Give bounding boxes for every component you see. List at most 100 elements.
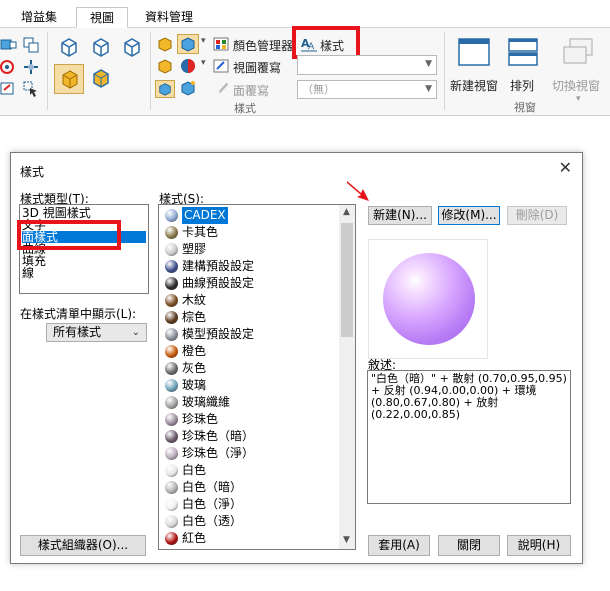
tab-view[interactable]: 視圖 <box>76 7 128 28</box>
list-item-style[interactable]: 曲線預設設定 <box>162 275 340 292</box>
list-item-style[interactable]: 珍珠色（暗） <box>162 428 340 445</box>
material-ball-icon <box>165 328 178 341</box>
list-item-style[interactable]: 卡其色 <box>162 224 340 241</box>
list-item-style[interactable]: 塑膠 <box>162 241 340 258</box>
new-window-button[interactable]: 新建視窗 <box>450 77 498 94</box>
list-item-style[interactable]: 玻璃纖維 <box>162 394 340 411</box>
display-cube-icon[interactable] <box>157 36 173 52</box>
style-name: 曲線預設設定 <box>182 276 255 290</box>
chevron-down-icon: ⌄ <box>131 327 140 338</box>
arrange-button[interactable]: 排列 <box>510 77 534 94</box>
switch-window-button: 切換視窗 <box>552 79 601 93</box>
material-ball-icon <box>165 515 178 528</box>
red-arrow-icon <box>347 181 369 201</box>
scroll-down-icon[interactable]: ▼ <box>343 535 350 545</box>
list-item-style[interactable]: 白色（淨） <box>162 496 340 513</box>
lighting-cube-icon[interactable] <box>180 80 196 96</box>
list-item-style[interactable]: 棕色 <box>162 309 340 326</box>
view-cube-icon[interactable] <box>0 36 18 54</box>
view-override-icon <box>213 59 229 73</box>
texture-toggle-button[interactable] <box>155 80 175 98</box>
style-name: 棕色 <box>182 310 207 324</box>
pan-icon[interactable] <box>22 58 40 76</box>
style-name: CADEX <box>182 207 228 224</box>
globe-icon[interactable] <box>180 58 196 74</box>
material-ball-icon <box>165 243 178 256</box>
shaded-edges-cube-icon[interactable] <box>90 67 112 89</box>
styles-list[interactable]: 紅色（暗） 紅色 白色（透） 白色（淨） 白色（暗） 白色 珍珠色（淨） 珍珠色（暗） 珍珠色 玻… <box>158 204 356 550</box>
tab-data-management[interactable]: 資料管理 <box>138 7 200 28</box>
new-window-icon <box>458 38 490 66</box>
list-item-style[interactable]: 木紋 <box>162 292 340 309</box>
visual-style-button[interactable] <box>177 34 199 54</box>
list-item-style[interactable]: 模型預設設定 <box>162 326 340 343</box>
show-in-list-select[interactable]: 所有樣式 ⌄ <box>46 323 147 342</box>
style-cube-icon <box>181 37 195 52</box>
style-name: 白色 <box>182 463 207 477</box>
style-name: 珍珠色（暗） <box>182 429 255 443</box>
ribbon-divider <box>47 32 48 110</box>
show-in-list-value: 所有樣式 <box>53 325 102 339</box>
switch-window-icon <box>563 38 593 64</box>
close-button[interactable]: 關閉 <box>438 535 500 556</box>
wireframe-cube-icon[interactable] <box>58 36 80 58</box>
ribbon-divider <box>150 32 151 110</box>
chevron-down-icon[interactable]: ▾ <box>201 58 206 68</box>
tab-add-ins[interactable]: 增益集 <box>14 7 64 28</box>
list-item-style[interactable]: 白色 <box>162 462 340 479</box>
color-manager-button[interactable]: 顏色管理器 <box>233 37 293 54</box>
group-caption-window: 視窗 <box>514 101 536 114</box>
zoom-window-icon[interactable] <box>0 80 18 98</box>
new-style-button[interactable]: 新建(N)... <box>368 206 432 225</box>
chevron-down-icon: ▼ <box>425 59 432 69</box>
material-ball-icon <box>165 294 178 307</box>
group-caption-style: 樣式 <box>234 102 256 115</box>
list-item-style[interactable]: 灰色 <box>162 360 340 377</box>
override-combo: （無） ▼ <box>297 80 437 99</box>
style-organizer-button[interactable]: 樣式組織器(O)... <box>20 535 146 556</box>
help-button[interactable]: 說明(H) <box>507 535 571 556</box>
scroll-thumb[interactable] <box>341 223 353 337</box>
orbit-icon[interactable] <box>0 58 18 76</box>
preview-sphere <box>383 253 475 345</box>
style-name: 白色（淨） <box>182 497 243 511</box>
style-combo[interactable]: ▼ <box>297 55 437 75</box>
style-name: 橙色 <box>182 344 207 358</box>
style-name: 玻璃 <box>182 378 207 392</box>
delete-style-button: 刪除(D) <box>507 206 567 225</box>
style-name: 玻璃纖維 <box>182 395 231 409</box>
silhouette-cube-icon[interactable] <box>121 36 143 58</box>
list-item-style-selected[interactable]: CADEX <box>162 207 340 224</box>
shaded-cube-icon <box>62 70 78 89</box>
shaded-cube-small-icon[interactable] <box>157 58 173 74</box>
list-item-style[interactable]: 珍珠色（淨） <box>162 445 340 462</box>
list-item-style[interactable]: 珍珠色 <box>162 411 340 428</box>
list-item-style[interactable]: 橙色 <box>162 343 340 360</box>
window-split-icon[interactable] <box>22 36 40 54</box>
face-override-icon <box>218 82 229 94</box>
material-ball-icon <box>165 362 178 375</box>
list-item-style[interactable]: 紅色 <box>162 530 340 547</box>
modify-style-button[interactable]: 修改(M)... <box>438 206 500 225</box>
style-name: 紅色 <box>182 531 207 545</box>
list-item-style[interactable]: 玻璃 <box>162 377 340 394</box>
material-ball-icon <box>165 260 178 273</box>
list-item-style[interactable]: 建構預設設定 <box>162 258 340 275</box>
view-override-button[interactable]: 視圖覆寫 <box>233 59 281 76</box>
chevron-down-icon[interactable]: ▾ <box>201 36 206 46</box>
list-item-style[interactable]: 白色（暗） <box>162 479 340 496</box>
select-cursor-icon[interactable] <box>22 80 40 98</box>
show-in-list-label: 在樣式清單中顯示(L): <box>20 307 137 321</box>
ribbon-tab-bar: 增益集 視圖 資料管理 <box>0 0 610 28</box>
material-ball-icon <box>165 430 178 443</box>
list-item-style-type[interactable]: 線 <box>22 267 34 279</box>
shaded-mode-button[interactable] <box>54 64 84 94</box>
close-icon[interactable]: ✕ <box>559 158 572 177</box>
style-preview <box>368 239 488 359</box>
hidden-line-cube-icon[interactable] <box>90 36 112 58</box>
scroll-up-icon[interactable]: ▲ <box>343 207 350 217</box>
apply-button[interactable]: 套用(A) <box>368 535 430 556</box>
styles-scrollbar[interactable]: ▲ ▼ <box>339 205 355 549</box>
list-item-style[interactable]: 白色（透） <box>162 513 340 530</box>
list-item-style[interactable]: 紅色（暗） <box>162 547 340 549</box>
